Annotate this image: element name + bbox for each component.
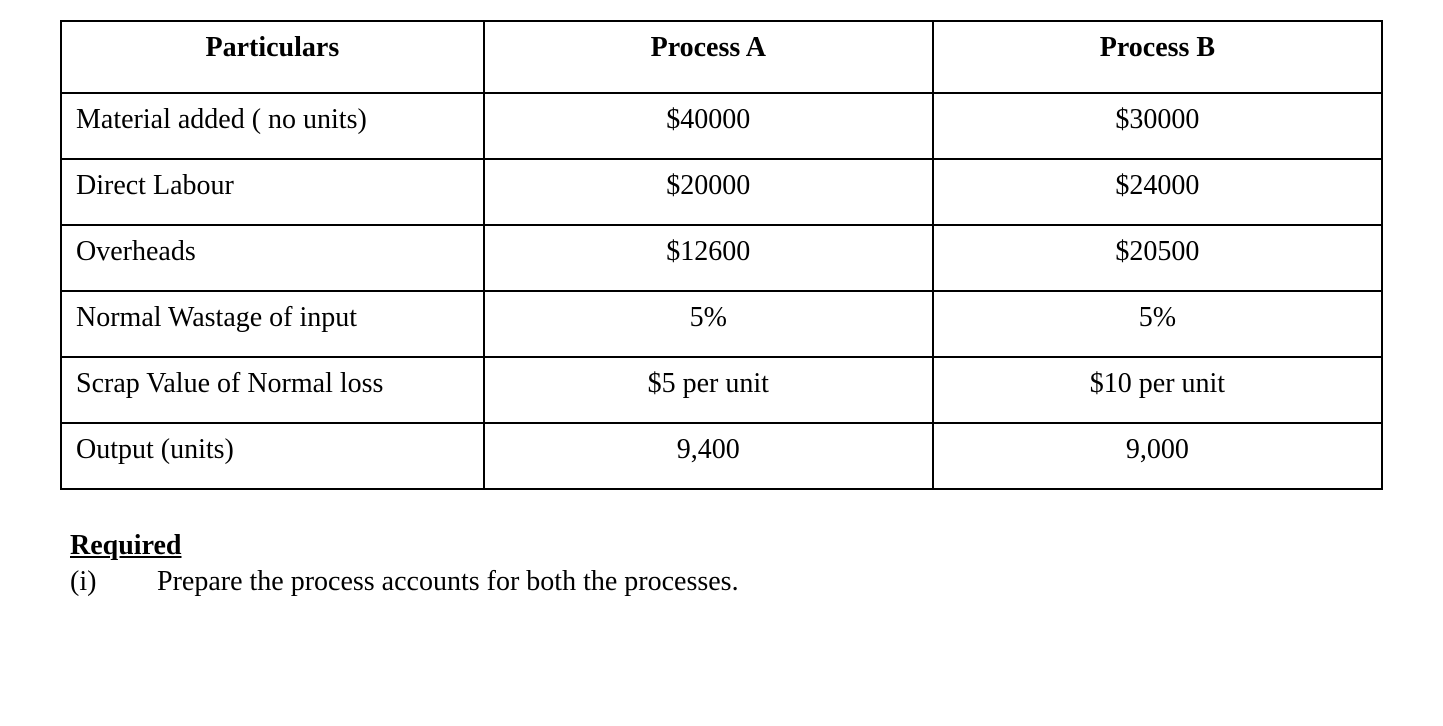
required-item-number: (i) (70, 566, 150, 598)
particulars-table: Particulars Process A Process B Material… (60, 20, 1383, 490)
row-label: Output (units) (61, 423, 484, 489)
table-row: Overheads $12600 $20500 (61, 225, 1382, 291)
row-label: Overheads (61, 225, 484, 291)
table-row: Direct Labour $20000 $24000 (61, 159, 1382, 225)
row-value-a: $20000 (484, 159, 933, 225)
col-header-process-a: Process A (484, 21, 933, 93)
row-value-a: 5% (484, 291, 933, 357)
row-value-a: 9,400 (484, 423, 933, 489)
table-header-row: Particulars Process A Process B (61, 21, 1382, 93)
required-heading: Required (70, 530, 182, 562)
row-label: Material added ( no units) (61, 93, 484, 159)
col-header-particulars: Particulars (61, 21, 484, 93)
row-label: Scrap Value of Normal loss (61, 357, 484, 423)
table-row: Scrap Value of Normal loss $5 per unit $… (61, 357, 1382, 423)
row-value-a: $40000 (484, 93, 933, 159)
row-value-a: $5 per unit (484, 357, 933, 423)
row-label: Direct Labour (61, 159, 484, 225)
row-value-b: $24000 (933, 159, 1382, 225)
required-item-text: Prepare the process accounts for both th… (157, 566, 739, 598)
row-value-b: $10 per unit (933, 357, 1382, 423)
table-row: Output (units) 9,400 9,000 (61, 423, 1382, 489)
table-row: Normal Wastage of input 5% 5% (61, 291, 1382, 357)
row-value-b: 9,000 (933, 423, 1382, 489)
row-value-b: 5% (933, 291, 1382, 357)
required-section: Required (i) Prepare the process account… (70, 530, 1383, 598)
table-row: Material added ( no units) $40000 $30000 (61, 93, 1382, 159)
row-label: Normal Wastage of input (61, 291, 484, 357)
row-value-b: $20500 (933, 225, 1382, 291)
col-header-process-b: Process B (933, 21, 1382, 93)
row-value-a: $12600 (484, 225, 933, 291)
row-value-b: $30000 (933, 93, 1382, 159)
required-item: (i) Prepare the process accounts for bot… (70, 566, 1383, 598)
